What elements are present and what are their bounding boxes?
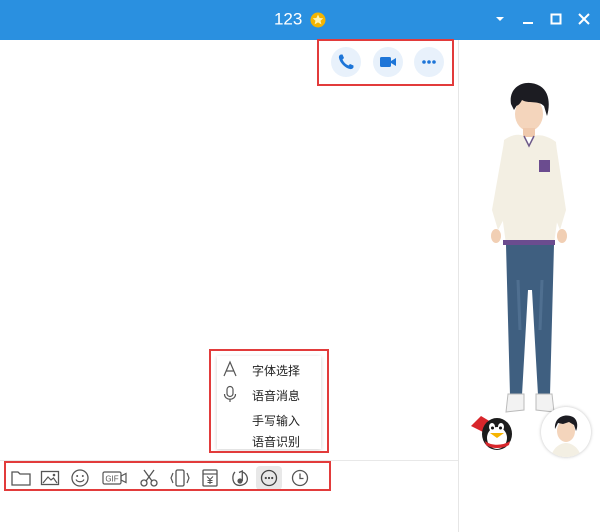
minimize-icon[interactable]	[517, 8, 539, 30]
dropdown-arrow-icon[interactable]	[489, 8, 511, 30]
annotation-box-call-actions	[317, 39, 454, 86]
title-bar: 123	[0, 0, 600, 40]
avatar-show-figure	[478, 80, 578, 420]
close-icon[interactable]	[573, 8, 595, 30]
annotation-box-menu	[209, 349, 329, 453]
avatar[interactable]	[541, 407, 591, 457]
maximize-icon[interactable]	[545, 8, 567, 30]
contact-name: 123	[273, 9, 303, 29]
star-badge-icon	[310, 12, 326, 28]
qq-penguin-icon	[467, 408, 515, 452]
panel-divider	[458, 40, 459, 532]
annotation-box-toolbar	[4, 461, 331, 491]
